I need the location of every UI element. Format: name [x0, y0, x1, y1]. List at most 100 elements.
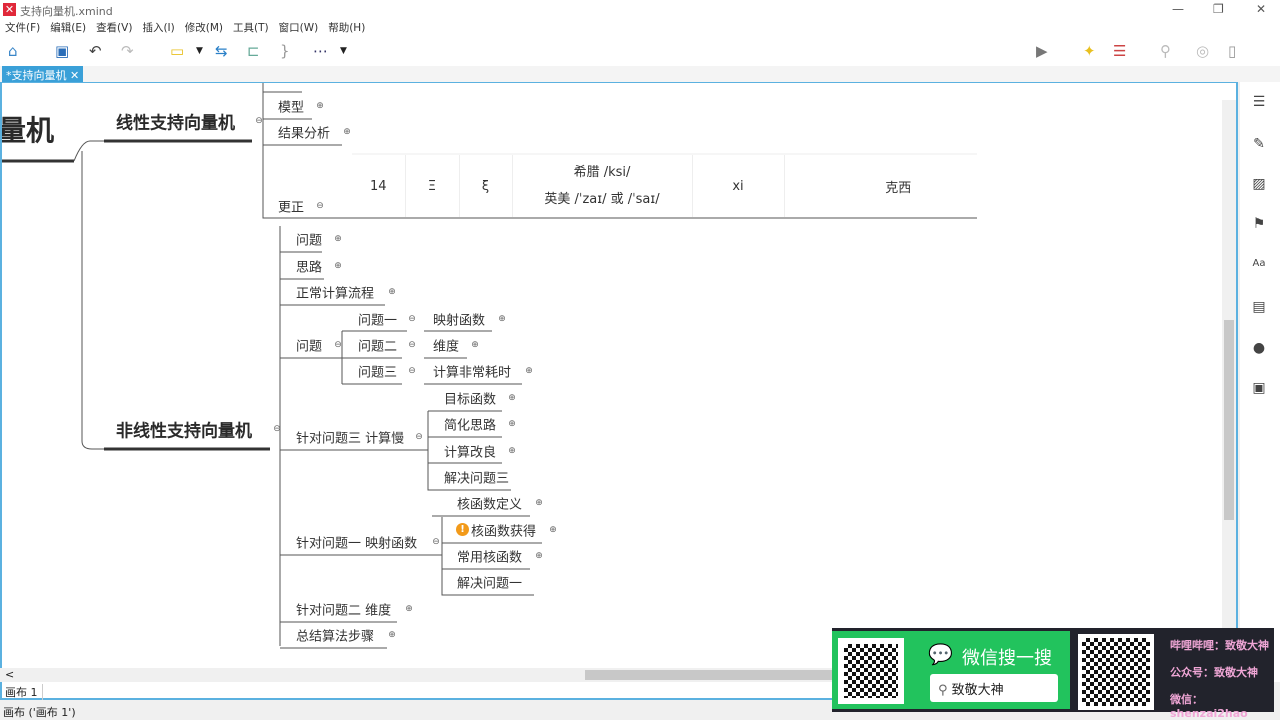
- expand-icon[interactable]: ⊕: [535, 498, 543, 508]
- menu-tools[interactable]: 工具(T): [233, 20, 269, 36]
- summary-icon[interactable]: }: [280, 42, 290, 60]
- expand-icon[interactable]: ⊕: [508, 446, 516, 456]
- menu-help[interactable]: 帮助(H): [328, 20, 365, 36]
- export-icon[interactable]: ▯: [1228, 42, 1236, 60]
- topic-simplify[interactable]: 简化思路: [444, 415, 496, 434]
- topic-solve-q3[interactable]: 解决问题三: [444, 468, 509, 487]
- scrollbar-thumb[interactable]: [585, 670, 835, 680]
- menu-edit[interactable]: 编辑(E): [50, 20, 86, 36]
- topic-improve[interactable]: 计算改良: [444, 442, 496, 461]
- outline-panel-icon[interactable]: ☰: [1250, 94, 1268, 110]
- menu-view[interactable]: 查看(V): [96, 20, 132, 36]
- topic-time-consuming[interactable]: 计算非常耗时: [433, 362, 511, 381]
- collapse-icon[interactable]: ⊖: [408, 314, 416, 324]
- menu-modify[interactable]: 修改(M): [185, 20, 223, 36]
- topic-q3-slow[interactable]: 针对问题三 计算慢: [296, 428, 404, 447]
- topic-result-analysis[interactable]: 结果分析: [278, 123, 330, 142]
- expand-icon[interactable]: ⊕: [405, 604, 413, 614]
- chevron-down-icon[interactable]: ▼: [196, 46, 203, 56]
- collapse-icon[interactable]: ⊖: [432, 537, 440, 547]
- expand-icon[interactable]: ⊕: [508, 419, 516, 429]
- expand-icon[interactable]: ⊕: [535, 551, 543, 561]
- expand-icon[interactable]: ⊕: [498, 314, 506, 324]
- comment-icon[interactable]: ●: [1250, 340, 1268, 356]
- expand-icon[interactable]: ⊕: [334, 234, 342, 244]
- collapse-icon[interactable]: ⊖: [334, 340, 342, 350]
- collapse-icon[interactable]: ⊖: [415, 432, 423, 442]
- expand-icon[interactable]: ⊕: [508, 393, 516, 403]
- expand-icon[interactable]: ⊕: [388, 630, 396, 640]
- outline-icon[interactable]: ☰: [1113, 42, 1126, 60]
- root-topic[interactable]: 量机: [2, 109, 54, 149]
- notes-icon[interactable]: ▤: [1250, 299, 1268, 315]
- topic-common-kernels[interactable]: 常用核函数: [457, 547, 522, 566]
- topic-linear-svm[interactable]: 线性支持向量机: [116, 109, 235, 134]
- topic-normal-flow[interactable]: 正常计算流程: [296, 283, 374, 302]
- scroll-left-button[interactable]: <: [5, 668, 14, 681]
- relationship-icon[interactable]: ⇆: [215, 42, 228, 60]
- expand-icon[interactable]: ⊕: [549, 525, 557, 535]
- more-icon[interactable]: ⋯: [313, 42, 328, 60]
- mindmap-canvas[interactable]: 量机 线性支持向量机 ⊖ 模型 ⊕ 结果分析 ⊕ 更正 ⊖ 14 Ξ ξ 希腊 …: [0, 82, 1238, 682]
- search-icon[interactable]: ⚲: [1160, 42, 1171, 60]
- format-brush-icon[interactable]: ✎: [1250, 136, 1268, 152]
- restore-button[interactable]: ❐: [1213, 2, 1224, 16]
- close-button[interactable]: ✕: [1256, 2, 1266, 16]
- topic-idea[interactable]: 思路: [296, 257, 322, 276]
- presentation-icon[interactable]: ▶: [1036, 42, 1048, 60]
- redo-icon[interactable]: ↷: [121, 42, 134, 60]
- menu-insert[interactable]: 插入(I): [142, 20, 174, 36]
- topic-problem[interactable]: 问题: [296, 230, 322, 249]
- topic-summary[interactable]: 总结算法步骤: [296, 626, 374, 645]
- collapse-icon[interactable]: ⊖: [273, 424, 281, 434]
- menu-window[interactable]: 窗口(W): [279, 20, 319, 36]
- share-icon[interactable]: ◎: [1196, 42, 1209, 60]
- expand-icon[interactable]: ⊕: [471, 340, 479, 350]
- topic-kernel-obtain[interactable]: 核函数获得: [471, 521, 536, 540]
- expand-icon[interactable]: ⊕: [334, 261, 342, 271]
- topic-model[interactable]: 模型: [278, 97, 304, 116]
- topic-problems[interactable]: 问题: [296, 336, 322, 355]
- topic-correction[interactable]: 更正: [278, 197, 304, 216]
- topic-objective[interactable]: 目标函数: [444, 389, 496, 408]
- expand-icon[interactable]: ⊕: [388, 287, 396, 297]
- tab-document[interactable]: *支持向量机 ✕: [2, 66, 84, 82]
- scrollbar-thumb[interactable]: [1224, 320, 1234, 520]
- flag-icon[interactable]: ⚑: [1250, 216, 1268, 232]
- collapse-icon[interactable]: ⊖: [408, 366, 416, 376]
- topic-problem-2[interactable]: 问题二: [358, 336, 397, 355]
- topic-kernel-def[interactable]: 核函数定义: [457, 494, 522, 513]
- collapse-icon[interactable]: ⊖: [408, 340, 416, 350]
- vertical-scrollbar[interactable]: [1222, 100, 1236, 666]
- image-icon[interactable]: ▨: [1250, 176, 1268, 192]
- task-icon[interactable]: ▣: [1250, 380, 1268, 396]
- subtopic-icon[interactable]: ⊏: [247, 42, 260, 60]
- topic-problem-3[interactable]: 问题三: [358, 362, 397, 381]
- pronunciation-greek: 希腊 /ksi/: [573, 165, 631, 180]
- home-icon[interactable]: ⌂: [8, 42, 18, 60]
- topic-q1-mapping[interactable]: 针对问题一 映射函数: [296, 533, 417, 552]
- menu-file[interactable]: 文件(F): [5, 20, 40, 36]
- expand-icon[interactable]: ⊕: [525, 366, 533, 376]
- table-cell: xi: [692, 155, 785, 217]
- save-icon[interactable]: ▣: [55, 42, 69, 60]
- minimize-button[interactable]: —: [1172, 2, 1184, 16]
- text-style-icon[interactable]: Aa: [1250, 258, 1268, 274]
- collapse-icon[interactable]: ⊖: [255, 116, 263, 126]
- table-cell: ξ: [459, 155, 513, 217]
- topic-q2-dimension[interactable]: 针对问题二 维度: [296, 600, 391, 619]
- topic-mapping-function[interactable]: 映射函数: [433, 310, 485, 329]
- topic-solve-q1[interactable]: 解决问题一: [457, 573, 522, 592]
- expand-icon[interactable]: ⊕: [316, 101, 324, 111]
- topic-problem-1[interactable]: 问题一: [358, 310, 397, 329]
- collapse-icon[interactable]: ⊖: [316, 201, 324, 211]
- expand-icon[interactable]: ⊕: [343, 127, 351, 137]
- idea-icon[interactable]: ✦: [1083, 42, 1096, 60]
- sheet-tab[interactable]: 画布 1: [5, 684, 43, 700]
- topic-nonlinear-svm[interactable]: 非线性支持向量机: [116, 417, 252, 442]
- topic-dimension[interactable]: 维度: [433, 336, 459, 355]
- chevron-down-icon[interactable]: ▼: [340, 46, 347, 56]
- close-icon[interactable]: ✕: [70, 69, 79, 82]
- topic-style-icon[interactable]: ▭: [170, 42, 184, 60]
- undo-icon[interactable]: ↶: [89, 42, 102, 60]
